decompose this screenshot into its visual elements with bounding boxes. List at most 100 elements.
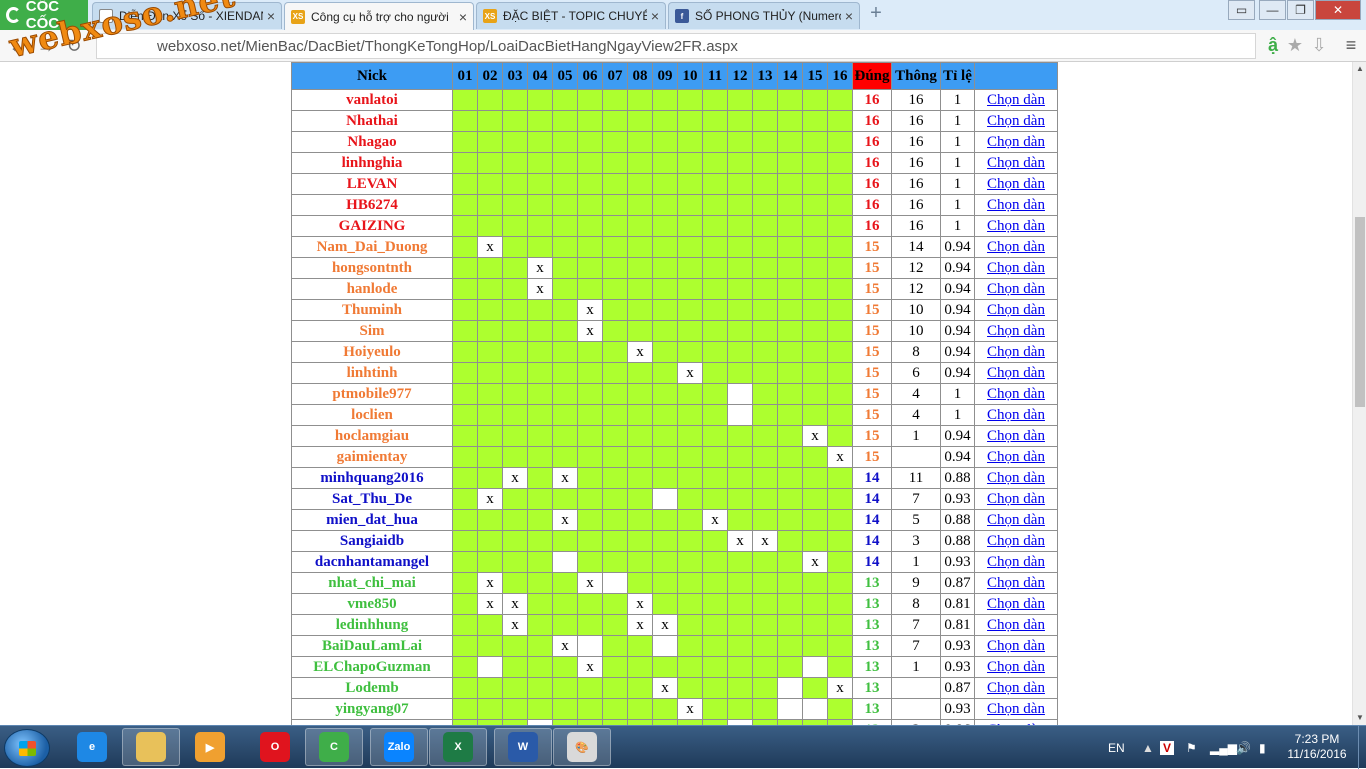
nick-cell: loclien — [291, 404, 453, 426]
chon-dan-link[interactable]: Chọn dàn — [974, 152, 1058, 174]
hit-cell — [577, 404, 603, 426]
scroll-up-icon[interactable]: ▲ — [1353, 62, 1366, 76]
chon-dan-link[interactable]: Chọn dàn — [974, 131, 1058, 153]
dung-cell: 15 — [852, 299, 892, 321]
chon-dan-link[interactable]: Chọn dàn — [974, 446, 1058, 468]
close-window-button[interactable]: ✕ — [1315, 0, 1361, 20]
taskbar-word-button[interactable]: W — [494, 728, 552, 766]
scrollbar-thumb[interactable] — [1355, 217, 1365, 407]
tab-so-phong-thuy[interactable]: f SỐ PHONG THỦY (Numero × — [668, 2, 860, 29]
new-tab-button[interactable]: + — [866, 3, 886, 23]
system-clock[interactable]: 7:23 PM 11/16/2016 — [1282, 732, 1352, 762]
taskbar-coccoc-button[interactable]: C — [305, 728, 363, 766]
chon-dan-link[interactable]: Chọn dàn — [974, 509, 1058, 531]
download-icon[interactable]: ⇩ — [1308, 35, 1330, 56]
chon-dan-link[interactable]: Chọn dàn — [974, 257, 1058, 279]
chon-dan-link[interactable]: Chọn dàn — [974, 89, 1058, 111]
tab-close-icon[interactable]: × — [651, 8, 659, 24]
taskbar-file-explorer-button[interactable] — [122, 728, 180, 766]
tab-close-icon[interactable]: × — [267, 8, 275, 24]
taskbar-internet-explorer-button[interactable]: e — [63, 728, 121, 766]
menu-icon[interactable]: ≡ — [1340, 35, 1362, 56]
hit-cell — [527, 677, 553, 699]
chon-dan-link[interactable]: Chọn dàn — [974, 215, 1058, 237]
language-indicator[interactable]: EN — [1108, 726, 1125, 769]
chon-dan-link[interactable]: Chọn dàn — [974, 362, 1058, 384]
action-center-icon[interactable]: ⚑ — [1186, 726, 1197, 769]
hit-cell — [452, 488, 478, 510]
chon-dan-link[interactable]: Chọn dàn — [974, 383, 1058, 405]
tab-close-icon[interactable]: × — [845, 8, 853, 24]
tab-cong-cu[interactable]: XS Công cụ hỗ trợ cho người × — [284, 2, 474, 30]
tab-dac-biet[interactable]: XS ĐẶC BIỆT - TOPIC CHUYÊN × — [476, 2, 666, 29]
chon-dan-link[interactable]: Chọn dàn — [974, 110, 1058, 132]
thong-cell: 16 — [891, 110, 941, 132]
nick-cell: Nhathai — [291, 110, 453, 132]
chon-dan-link[interactable]: Chọn dàn — [974, 572, 1058, 594]
reload-button[interactable]: ↻ — [62, 34, 86, 58]
chon-dan-link[interactable]: Chọn dàn — [974, 614, 1058, 636]
show-desktop-button[interactable] — [1358, 726, 1366, 769]
chon-dan-link[interactable]: Chọn dàn — [974, 530, 1058, 552]
hit-cell — [777, 152, 803, 174]
profile-button[interactable]: ▭ — [1228, 0, 1255, 20]
network-icon[interactable]: ▂▄▆ — [1210, 726, 1237, 769]
hit-cell — [502, 677, 528, 699]
chon-dan-link[interactable]: Chọn dàn — [974, 698, 1058, 720]
forward-button[interactable]: → — [34, 34, 58, 58]
hit-cell — [577, 509, 603, 531]
chon-dan-link[interactable]: Chọn dàn — [974, 656, 1058, 678]
maximize-button[interactable]: ❐ — [1287, 0, 1314, 20]
scroll-down-icon[interactable]: ▼ — [1353, 711, 1366, 725]
hit-cell — [602, 593, 628, 615]
chon-dan-link[interactable]: Chọn dàn — [974, 593, 1058, 615]
vertical-scrollbar[interactable]: ▲ ▼ — [1352, 62, 1366, 725]
start-button[interactable] — [4, 729, 50, 767]
chon-dan-link[interactable]: Chọn dàn — [974, 488, 1058, 510]
battery-icon[interactable]: ▮ — [1259, 726, 1266, 769]
chon-dan-link[interactable]: Chọn dàn — [974, 299, 1058, 321]
minimize-button[interactable]: — — [1259, 0, 1286, 20]
tray-app-icon[interactable]: V — [1160, 726, 1175, 769]
taskbar-opera-button[interactable]: O — [246, 728, 304, 766]
chon-dan-link[interactable]: Chọn dàn — [974, 551, 1058, 573]
chon-dan-link[interactable]: Chọn dàn — [974, 236, 1058, 258]
back-button[interactable]: ← — [6, 34, 30, 58]
tray-expand-icon[interactable]: ▲ — [1142, 726, 1154, 769]
taskbar-media-player-button[interactable]: ▶ — [181, 728, 239, 766]
hit-cell — [477, 215, 503, 237]
chon-dan-link[interactable]: Chọn dàn — [974, 194, 1058, 216]
chon-dan-link[interactable]: Chọn dàn — [974, 341, 1058, 363]
bookmark-star-icon[interactable]: ★ — [1284, 35, 1306, 56]
chon-dan-link[interactable]: Chọn dàn — [974, 404, 1058, 426]
hit-cell — [827, 404, 853, 426]
hit-cell — [752, 278, 778, 300]
tab-xiendan[interactable]: Diễn Đàn Xổ Số - XIENDAN × — [92, 2, 282, 29]
tab-close-icon[interactable]: × — [459, 9, 467, 25]
empty-cell — [652, 488, 678, 510]
coccoc-menu-button[interactable]: CỐC CỐC — [0, 0, 88, 32]
tile-cell: 0.81 — [940, 614, 975, 636]
chon-dan-link[interactable]: Chọn dàn — [974, 320, 1058, 342]
chon-dan-link[interactable]: Chọn dàn — [974, 635, 1058, 657]
address-bar[interactable]: webxoso.net/MienBac/DacBiet/ThongKeTongH… — [96, 33, 1256, 59]
chon-dan-link[interactable]: Chọn dàn — [974, 425, 1058, 447]
taskbar-excel-button[interactable]: X — [429, 728, 487, 766]
chon-dan-link[interactable]: Chọn dàn — [974, 677, 1058, 699]
hit-cell — [752, 89, 778, 111]
chon-dan-link[interactable]: Chọn dàn — [974, 173, 1058, 195]
hit-cell — [777, 236, 803, 258]
hit-cell — [602, 110, 628, 132]
chon-dan-link[interactable]: Chọn dàn — [974, 278, 1058, 300]
chon-dan-link[interactable]: Chọn dàn — [974, 467, 1058, 489]
volume-icon[interactable]: 🔊 — [1236, 726, 1251, 769]
thong-cell — [891, 677, 941, 699]
hit-cell — [802, 173, 828, 195]
vietnamese-typing-icon[interactable]: ậ — [1262, 35, 1284, 56]
col-number-header: 02 — [477, 62, 503, 90]
hit-cell — [677, 110, 703, 132]
taskbar-zalo-button[interactable]: Zalo — [370, 728, 428, 766]
hit-cell — [677, 257, 703, 279]
thong-cell: 16 — [891, 131, 941, 153]
taskbar-paint-button[interactable]: 🎨 — [553, 728, 611, 766]
